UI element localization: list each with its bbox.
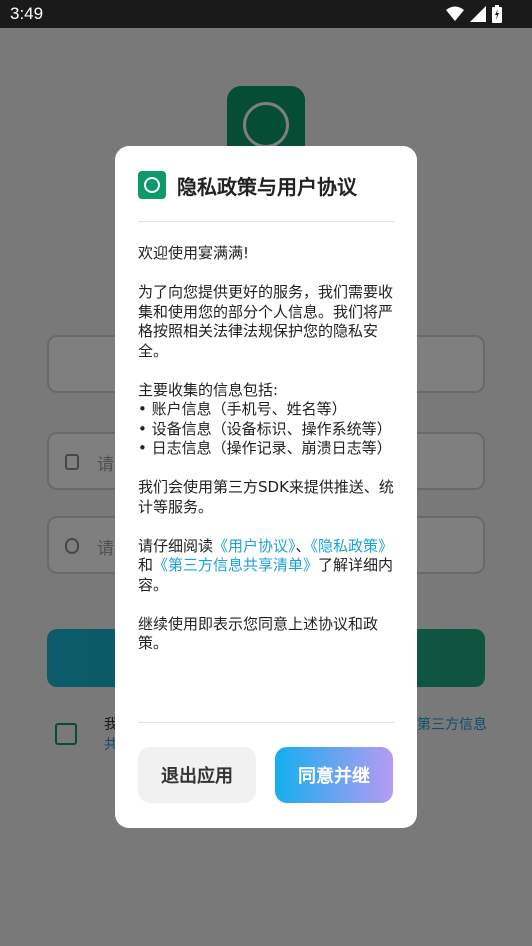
- welcome-text: 欢迎使用宴满满!: [138, 244, 250, 262]
- and-text: 和: [138, 556, 154, 574]
- continue-paragraph: 继续使用即表示您同意上述协议和政策。: [138, 614, 379, 653]
- sdk-paragraph: 我们会使用第三方SDK来提供推送、统计等服务。: [138, 478, 394, 516]
- signal-icon: [470, 6, 486, 22]
- collect-item: • 日志信息（操作记录、崩溃日志等）: [138, 439, 392, 457]
- user-agreement-link[interactable]: 《用户协议》: [213, 537, 296, 555]
- bottom-divider: [138, 722, 394, 723]
- status-time: 3:49: [10, 4, 44, 23]
- status-icons: [446, 5, 502, 23]
- collect-item: • 设备信息（设备标识、操作系统等）: [138, 419, 392, 438]
- privacy-dialog: 隐私政策与用户协议 欢迎使用宴满满! 为了向您提供更好的服务，我们需要收集和使用…: [115, 146, 417, 828]
- collect-section: 主要收集的信息包括: • 账户信息（手机号、姓名等） • 设备信息（设备标识、操…: [138, 381, 394, 459]
- wifi-icon: [446, 6, 464, 21]
- read-paragraph: 请仔细阅读《用户协议》、《隐私政策》和《第三方信息共享清单》了解详细内容。: [138, 537, 394, 596]
- exit-app-button[interactable]: 退出应用: [138, 747, 256, 803]
- privacy-policy-link[interactable]: 《隐私政策》: [311, 537, 394, 555]
- third-party-list-link[interactable]: 《第三方信息共享清单》: [153, 556, 318, 574]
- intro-paragraph: 为了向您提供更好的服务，我们需要收集和使用您的部分个人信息。我们将严格按照相关法…: [138, 283, 394, 360]
- read-prefix: 请仔细阅读: [138, 536, 214, 555]
- dialog-title: 隐私政策与用户协议: [177, 174, 357, 199]
- dialog-logo-icon: [138, 171, 166, 199]
- dialog-header: 隐私政策与用户协议: [138, 170, 357, 200]
- top-divider: [138, 221, 394, 222]
- agree-continue-button[interactable]: 同意并继: [275, 747, 393, 803]
- battery-icon: [492, 5, 502, 23]
- separator: 、: [295, 536, 311, 555]
- collect-title: 主要收集的信息包括:: [138, 380, 279, 399]
- collect-item: • 账户信息（手机号、姓名等）: [138, 400, 347, 418]
- status-bar: 3:49: [0, 0, 532, 28]
- dialog-body: 欢迎使用宴满满! 为了向您提供更好的服务，我们需要收集和使用您的部分个人信息。我…: [138, 244, 394, 673]
